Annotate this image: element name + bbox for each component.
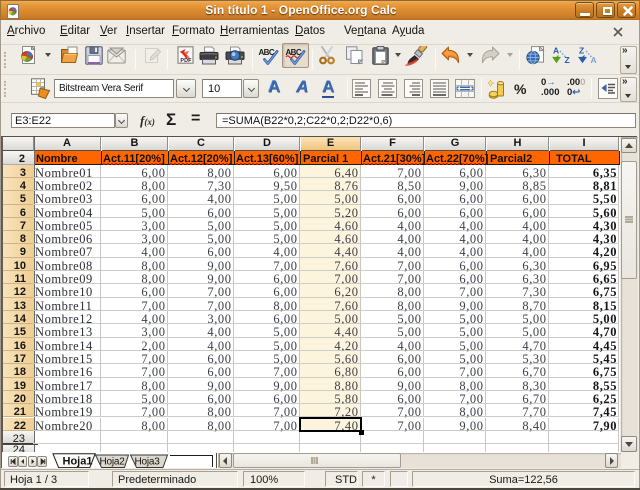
svg-text:Hoja2: Hoja2 — [100, 456, 126, 467]
svg-text:Hoja3: Hoja3 — [135, 456, 161, 467]
svg-text:PDF: PDF — [180, 58, 192, 64]
svg-text:Hoja1: Hoja1 — [63, 456, 93, 468]
svg-text:Z: Z — [579, 46, 584, 56]
svg-text:A: A — [553, 46, 559, 56]
